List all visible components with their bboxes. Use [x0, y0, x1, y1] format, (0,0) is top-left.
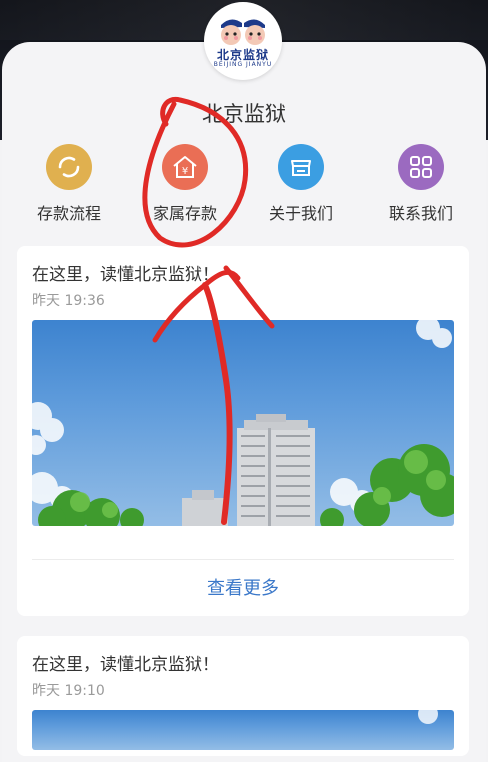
nav-label: 联系我们 — [388, 204, 453, 223]
nav-item-contact-us[interactable]: 联系我们 — [366, 144, 476, 224]
nav-label: 家属存款 — [152, 204, 217, 223]
view-more-link[interactable]: 查看更多 — [17, 574, 469, 600]
logo-text-english: BEIJING JIANYU — [213, 61, 273, 68]
card-timestamp: 昨天 19:36 — [32, 293, 105, 309]
nav-label: 关于我们 — [268, 204, 333, 223]
nav-item-about-us[interactable]: 关于我们 — [246, 144, 356, 224]
quick-nav: 存款流程 ¥ 家属存款 关于我们 联系我们 — [0, 144, 488, 224]
grid-icon — [398, 144, 444, 190]
police-mascot-icon — [221, 19, 265, 45]
nav-item-family-deposit[interactable]: ¥ 家属存款 — [130, 144, 240, 224]
card-image[interactable] — [32, 710, 454, 750]
city-building-sky-photo — [418, 710, 438, 724]
card-title: 在这里，读懂北京监狱！ — [32, 265, 219, 285]
card-timestamp: 昨天 19:10 — [32, 683, 105, 699]
refresh-circle-icon — [46, 144, 92, 190]
feed-card[interactable]: 在这里，读懂北京监狱！ 昨天 19:36 查看更多 — [17, 246, 469, 616]
nav-label: 存款流程 — [36, 204, 101, 223]
nav-item-deposit-process[interactable]: 存款流程 — [14, 144, 124, 224]
house-yuan-icon: ¥ — [162, 144, 208, 190]
svg-text:¥: ¥ — [182, 166, 188, 177]
logo-text-chinese: 北京监狱 — [216, 48, 269, 62]
card-image[interactable] — [32, 320, 454, 526]
shop-icon — [278, 144, 324, 190]
feed-card[interactable]: 在这里，读懂北京监狱！ 昨天 19:10 — [17, 636, 469, 756]
city-building-sky-photo — [32, 320, 454, 526]
page-title: 北京监狱 — [202, 102, 286, 126]
card-title: 在这里，读懂北京监狱！ — [32, 655, 219, 675]
prison-logo: 北京监狱 BEIJING JIANYU — [204, 2, 282, 80]
card-divider — [32, 559, 454, 560]
